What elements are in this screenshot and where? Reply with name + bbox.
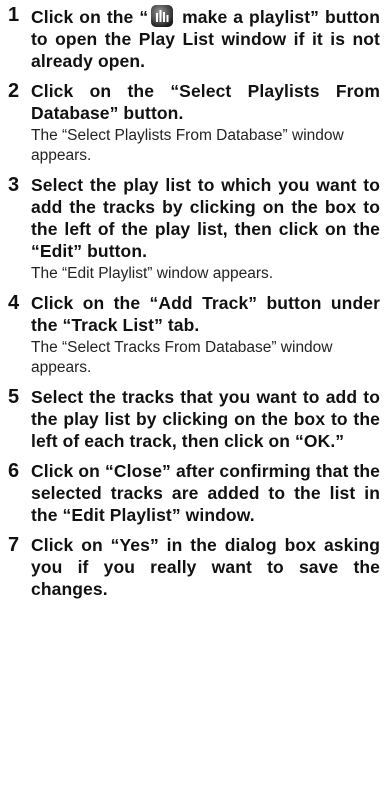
step-body: Click on “Close” after confirming that t…	[31, 460, 380, 526]
step-body: Select the tracks that you want to add t…	[31, 386, 380, 452]
step-number: 7	[8, 534, 20, 556]
step-instruction: Click on the “ make a playlist” button t…	[31, 4, 380, 72]
step-instruction: Click on the “Select Playlists From Data…	[31, 81, 380, 123]
step-1: 1 Click on the “ make a playlist” button…	[8, 4, 380, 72]
step-number: 1	[8, 4, 20, 26]
step-7: 7 Click on “Yes” in the dialog box askin…	[8, 534, 380, 600]
step-2: 2 Click on the “Select Playlists From Da…	[8, 80, 380, 166]
step-5: 5 Select the tracks that you want to add…	[8, 386, 380, 452]
step-result: The “Select Playlists From Database” win…	[31, 127, 344, 164]
instructions-page: 1 Click on the “ make a playlist” button…	[0, 0, 386, 795]
playlist-icon	[150, 4, 174, 28]
step-result: The “Edit Playlist” window appears.	[31, 265, 274, 282]
step-result: The “Select Tracks From Database” window…	[31, 339, 333, 376]
step-instruction: Click on “Close” after confirming that t…	[31, 461, 380, 525]
step-instruction: Select the play list to which you want t…	[31, 175, 380, 261]
instruction-text-before-icon: Click on the “	[31, 7, 149, 27]
step-number: 3	[8, 174, 20, 196]
step-3: 3 Select the play list to which you want…	[8, 174, 380, 284]
step-instruction: Select the tracks that you want to add t…	[31, 387, 380, 451]
step-number: 5	[8, 386, 20, 408]
step-number: 6	[8, 460, 20, 482]
step-instruction: Click on the “Add Track” button under th…	[31, 293, 380, 335]
step-body: Click on the “ make a playlist” button t…	[31, 4, 380, 72]
step-body: Click on the “Add Track” button under th…	[31, 292, 380, 378]
step-instruction: Click on “Yes” in the dialog box asking …	[31, 535, 380, 599]
step-body: Click on “Yes” in the dialog box asking …	[31, 534, 380, 600]
step-6: 6 Click on “Close” after confirming that…	[8, 460, 380, 526]
step-number: 4	[8, 292, 20, 314]
step-number: 2	[8, 80, 20, 102]
step-4: 4 Click on the “Add Track” button under …	[8, 292, 380, 378]
step-body: Select the play list to which you want t…	[31, 174, 380, 284]
step-body: Click on the “Select Playlists From Data…	[31, 80, 380, 166]
